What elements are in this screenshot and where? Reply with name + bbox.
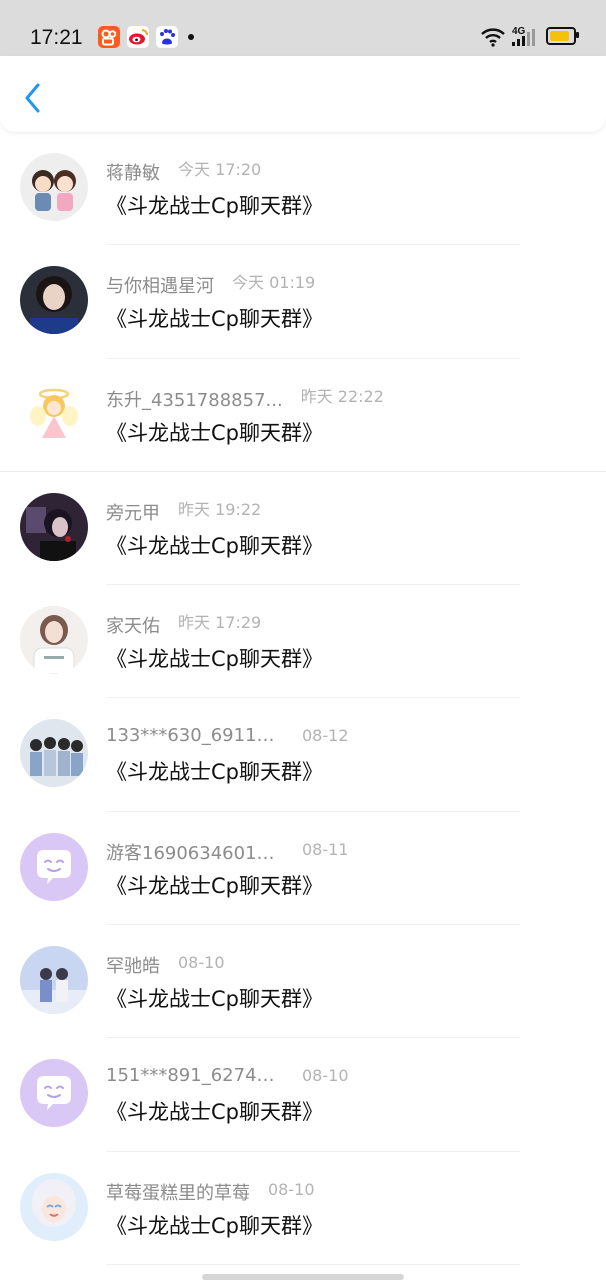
status-time: 17:21 — [30, 26, 83, 49]
username[interactable]: 家天佑 — [106, 612, 160, 638]
username[interactable]: 151***891_62744... — [106, 1065, 284, 1086]
notification-dot — [188, 34, 194, 40]
avatar[interactable] — [20, 946, 88, 1015]
timestamp: 今天 17:20 — [178, 160, 262, 179]
username[interactable]: 东升_4351788857... — [106, 386, 283, 412]
avatar[interactable] — [20, 266, 88, 335]
signal-icon — [512, 29, 535, 46]
message-row[interactable]: 罕驰皓 08-10 《斗龙战士Cp聊天群》 — [0, 925, 606, 1039]
baidu-icon — [156, 26, 178, 48]
message-row[interactable]: 旁元甲 昨天 19:22 《斗龙战士Cp聊天群》 — [0, 472, 606, 586]
timestamp: 08-12 — [302, 726, 349, 746]
wifi-icon — [481, 28, 505, 47]
message-text: 《斗龙战士Cp聊天群》 — [106, 194, 323, 218]
message-row[interactable]: 与你相遇星河 今天 01:19 《斗龙战士Cp聊天群》 — [0, 245, 606, 359]
name-line: 与你相遇星河 今天 01:19 — [106, 272, 316, 298]
name-line: 东升_4351788857... 昨天 22:22 — [106, 386, 384, 412]
avatar[interactable] — [20, 832, 88, 901]
home-indicator[interactable] — [202, 1274, 404, 1280]
message-row[interactable]: 东升_4351788857... 昨天 22:22 《斗龙战士Cp聊天群》 — [0, 359, 606, 472]
timestamp: 昨天 22:22 — [300, 386, 384, 406]
avatar[interactable] — [20, 606, 88, 675]
back-button[interactable] — [14, 76, 54, 116]
timestamp: 08-11 — [302, 839, 349, 859]
message-row[interactable]: 蒋静敏 今天 17:20 《斗龙战士Cp聊天群》 — [0, 132, 606, 246]
username[interactable]: 罕驰皓 — [106, 952, 160, 978]
username[interactable]: 蒋静敏 — [106, 159, 160, 185]
message-text: 《斗龙战士Cp聊天群》 — [106, 760, 323, 785]
name-line: 蒋静敏 今天 17:20 — [106, 159, 262, 185]
status-bar: 17:21 4G — [0, 0, 606, 56]
avatar[interactable] — [20, 492, 88, 561]
message-text: 《斗龙战士Cp聊天群》 — [106, 533, 323, 558]
message-text: 《斗龙战士Cp聊天群》 — [106, 1100, 323, 1125]
message-row[interactable]: 133***630_69117... 08-12 《斗龙战士Cp聊天群》 — [0, 698, 606, 812]
message-text: 《斗龙战士Cp聊天群》 — [106, 307, 323, 332]
username[interactable]: 与你相遇星河 — [106, 272, 214, 298]
name-line: 游客16906346010... 08-11 — [106, 839, 349, 865]
avatar[interactable] — [20, 379, 88, 448]
battery-icon — [546, 27, 576, 45]
divider — [106, 1263, 520, 1265]
chevron-left-icon — [25, 83, 40, 113]
username[interactable]: 133***630_69117... — [106, 725, 284, 746]
name-line: 133***630_69117... 08-12 — [106, 725, 349, 749]
message-list: 蒋静敏 今天 17:20 《斗龙战士Cp聊天群》 与你相遇星河 今天 01:19 《斗龙战… — [0, 132, 606, 1265]
message-text: 《斗龙战士Cp聊天群》 — [106, 987, 323, 1012]
name-line: 草莓蛋糕里的草莓 08-10 — [106, 1179, 315, 1205]
message-row[interactable]: 家天佑 昨天 17:29 《斗龙战士Cp聊天群》 — [0, 585, 606, 699]
message-row[interactable]: 游客16906346010... 08-11 《斗龙战士Cp聊天群》 — [0, 812, 606, 926]
username[interactable]: 草莓蛋糕里的草莓 — [106, 1179, 250, 1205]
username[interactable]: 旁元甲 — [106, 499, 160, 525]
name-line: 罕驰皓 08-10 — [106, 952, 225, 978]
avatar[interactable] — [20, 1172, 88, 1241]
message-text: 《斗龙战士Cp聊天群》 — [106, 1213, 323, 1238]
kuaishou-icon — [98, 26, 120, 48]
timestamp: 昨天 19:22 — [178, 499, 262, 519]
nav-bar — [0, 56, 606, 132]
message-text: 《斗龙战士Cp聊天群》 — [106, 873, 323, 898]
timestamp: 08-10 — [302, 1066, 349, 1086]
name-line: 家天佑 昨天 17:29 — [106, 612, 262, 638]
timestamp: 昨天 17:29 — [178, 613, 262, 633]
message-row[interactable]: 151***891_62744... 08-10 《斗龙战士Cp聊天群》 — [0, 1038, 606, 1152]
weibo-icon — [127, 26, 149, 48]
message-text: 《斗龙战士Cp聊天群》 — [106, 647, 323, 672]
message-row[interactable]: 草莓蛋糕里的草莓 08-10 《斗龙战士Cp聊天群》 — [0, 1152, 606, 1265]
timestamp: 08-10 — [268, 1179, 315, 1199]
avatar[interactable] — [20, 153, 88, 221]
username[interactable]: 游客16906346010... — [106, 839, 284, 865]
message-text: 《斗龙战士Cp聊天群》 — [106, 420, 323, 445]
avatar[interactable] — [20, 719, 88, 788]
avatar[interactable] — [20, 1059, 88, 1128]
timestamp: 今天 01:19 — [232, 273, 316, 293]
timestamp: 08-10 — [178, 953, 225, 973]
name-line: 旁元甲 昨天 19:22 — [106, 499, 262, 525]
name-line: 151***891_62744... 08-10 — [106, 1065, 349, 1089]
